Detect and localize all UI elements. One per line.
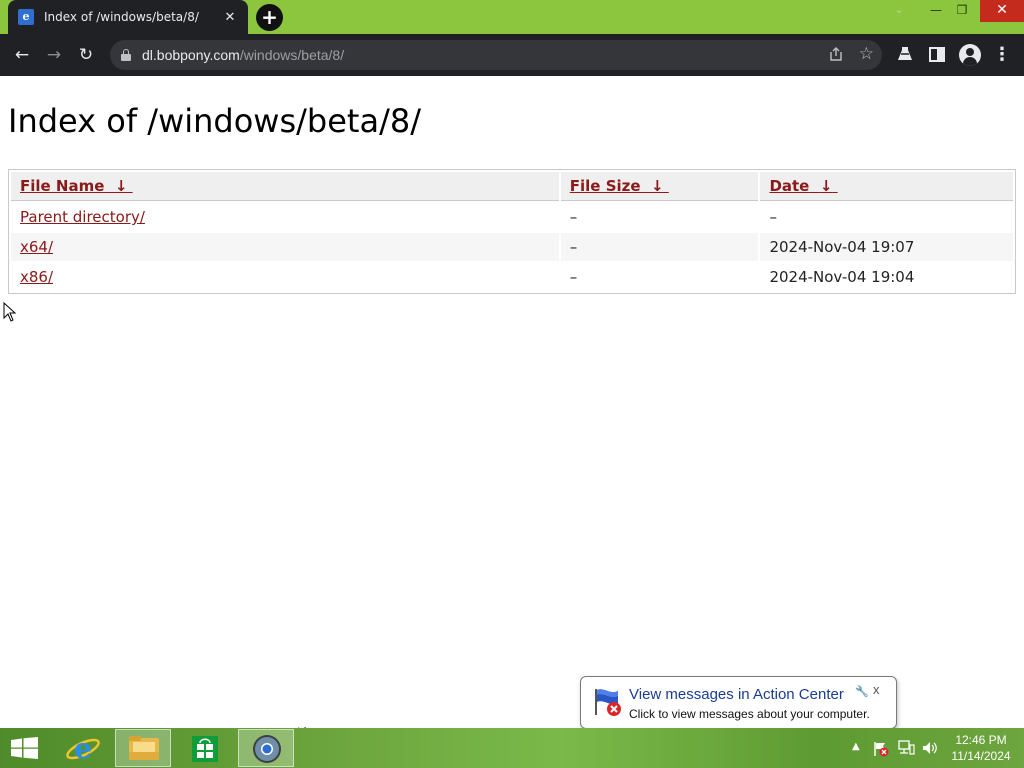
bookmark-star-icon[interactable]: ☆ [859, 44, 874, 64]
start-button[interactable] [0, 728, 48, 768]
back-button[interactable]: ← [10, 43, 34, 67]
folder-icon [129, 736, 159, 760]
column-header-date: Date ↓ [760, 172, 1013, 201]
clock-time: 12:46 PM [955, 733, 1007, 747]
show-hidden-icons-button[interactable]: ▲ [852, 741, 860, 752]
notification-close-button[interactable]: x [873, 682, 880, 697]
tab-search-button[interactable]: ⌄ [883, 0, 915, 22]
column-header-file-size: File Size ↓ [560, 172, 759, 201]
clock-date: 11/14/2024 [951, 749, 1011, 763]
mouse-cursor-icon [3, 302, 17, 322]
url-text[interactable]: dl.bobpony.com/windows/beta/8/ [142, 47, 344, 63]
sort-arrow-icon: ↓ [819, 177, 833, 195]
sort-arrow-icon: ↓ [651, 177, 664, 195]
share-icon[interactable] [828, 46, 844, 66]
url-path: /windows/beta/8/ [239, 47, 345, 63]
address-bar[interactable]: dl.bobpony.com/windows/beta/8/ ☆ [110, 40, 882, 70]
directory-listing-table: File Name ↓ File Size ↓ Date ↓ Parent di… [8, 169, 1016, 294]
file-name-cell: x64/ [11, 233, 559, 261]
ie-icon: e [66, 732, 100, 765]
action-center-notification[interactable]: View messages in Action Center Click to … [580, 676, 897, 729]
file-size-cell: – [569, 208, 578, 226]
browser-tab[interactable]: e Index of /windows/beta/8/ ✕ [8, 0, 248, 34]
notification-text: Click to view messages about your comput… [629, 707, 870, 721]
table-header-row: File Name ↓ File Size ↓ Date ↓ [11, 172, 1013, 201]
page-content: Index of /windows/beta/8/ File Name ↓ Fi… [0, 76, 1024, 728]
tab-title: Index of /windows/beta/8/ [44, 10, 199, 24]
folder-link-x64[interactable]: x64/ [20, 238, 53, 256]
sort-by-name-link[interactable]: File Name ↓ [20, 177, 133, 195]
date-cell: 2024-Nov-04 19:04 [769, 268, 915, 286]
page-title: Index of /windows/beta/8/ [8, 102, 421, 140]
store-icon [192, 736, 218, 762]
tab-close-button[interactable]: ✕ [222, 10, 238, 25]
window-close-button[interactable]: ✕ [980, 0, 1024, 22]
new-tab-button[interactable]: + [256, 4, 283, 31]
taskbar-clock[interactable]: 12:46 PM 11/14/2024 [944, 732, 1018, 764]
parent-directory-link[interactable]: Parent directory/ [20, 208, 145, 226]
browser-titlebar: e Index of /windows/beta/8/ ✕ + ⌄ — ❐ ✕ [0, 0, 1024, 34]
table-row: x86/ – 2024-Nov-04 19:04 [11, 263, 1013, 291]
file-name-cell: Parent directory/ [11, 203, 559, 231]
restore-button[interactable]: ❐ [946, 0, 978, 22]
taskbar-app-store[interactable] [176, 729, 232, 767]
file-size-cell: – [569, 268, 578, 286]
reload-button[interactable]: ↻ [74, 43, 98, 67]
column-label: Date [769, 177, 810, 195]
side-panel-icon[interactable] [929, 47, 945, 62]
column-header-file-name: File Name ↓ [11, 172, 559, 201]
extension-icon[interactable] [896, 45, 914, 67]
profile-avatar-icon[interactable] [959, 44, 981, 66]
file-name-cell: x86/ [11, 263, 559, 291]
browser-toolbar: ← → ↻ dl.bobpony.com/windows/beta/8/ ☆ ⋮ [0, 34, 1024, 76]
forward-button[interactable]: → [42, 43, 66, 67]
taskbar-app-chrome[interactable] [238, 729, 294, 767]
windows-taskbar: e ▲ 12:46 PM 11/14/2024 [0, 728, 1024, 768]
lock-icon[interactable] [121, 49, 131, 61]
notification-title[interactable]: View messages in Action Center [629, 686, 844, 703]
sort-by-size-link[interactable]: File Size ↓ [570, 177, 669, 195]
taskbar-app-internet-explorer[interactable]: e [54, 729, 110, 767]
table-row: x64/ – 2024-Nov-04 19:07 [11, 233, 1013, 261]
folder-link-x86[interactable]: x86/ [20, 268, 53, 286]
date-cell: 2024-Nov-04 19:07 [760, 233, 1013, 261]
column-label: File Size [569, 177, 641, 195]
page-favicon-icon: e [18, 9, 34, 25]
column-label: File Name [20, 177, 105, 195]
sort-arrow-icon: ↓ [114, 177, 128, 195]
table-row: Parent directory/ – – [11, 203, 1013, 231]
url-host: dl.bobpony.com [142, 47, 240, 63]
action-center-tray-icon[interactable] [873, 741, 889, 757]
file-size-cell: – [560, 233, 759, 261]
sort-by-date-link[interactable]: Date ↓ [769, 177, 837, 195]
taskbar-app-file-explorer[interactable] [115, 729, 171, 767]
action-center-flag-icon [595, 689, 621, 716]
windows-logo-icon [11, 737, 38, 759]
date-cell: – [769, 208, 777, 226]
svg-text:e: e [74, 732, 92, 765]
wrench-icon[interactable]: 🔧 [855, 685, 869, 698]
chrome-icon [253, 735, 281, 763]
browser-menu-button[interactable]: ⋮ [992, 43, 1012, 67]
network-icon[interactable] [897, 740, 915, 756]
volume-icon[interactable] [921, 740, 939, 756]
